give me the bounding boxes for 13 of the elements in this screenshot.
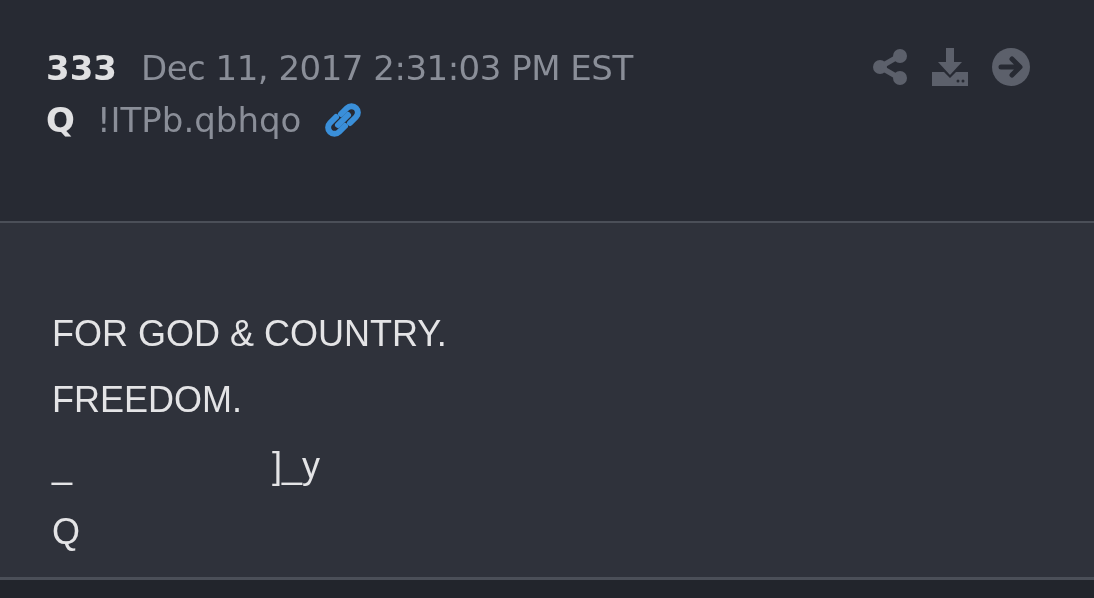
author-name: Q (46, 100, 75, 140)
post-text: ]_y (272, 445, 321, 487)
post-number: 333 (46, 48, 117, 88)
post-text: FOR GOD & COUNTRY. (52, 313, 447, 355)
post-text: FREEDOM. (52, 379, 242, 421)
post-timestamp: Dec 11, 2017 2:31:03 PM EST (141, 48, 633, 88)
arrow-right-circle-icon[interactable] (992, 48, 1030, 86)
post-text: Q (52, 511, 80, 553)
download-icon[interactable] (930, 48, 970, 86)
post-text: _ (52, 445, 73, 487)
link-icon[interactable] (323, 100, 364, 140)
share-icon[interactable] (872, 48, 908, 86)
tripcode: !ITPb.qbhqo (96, 100, 302, 140)
